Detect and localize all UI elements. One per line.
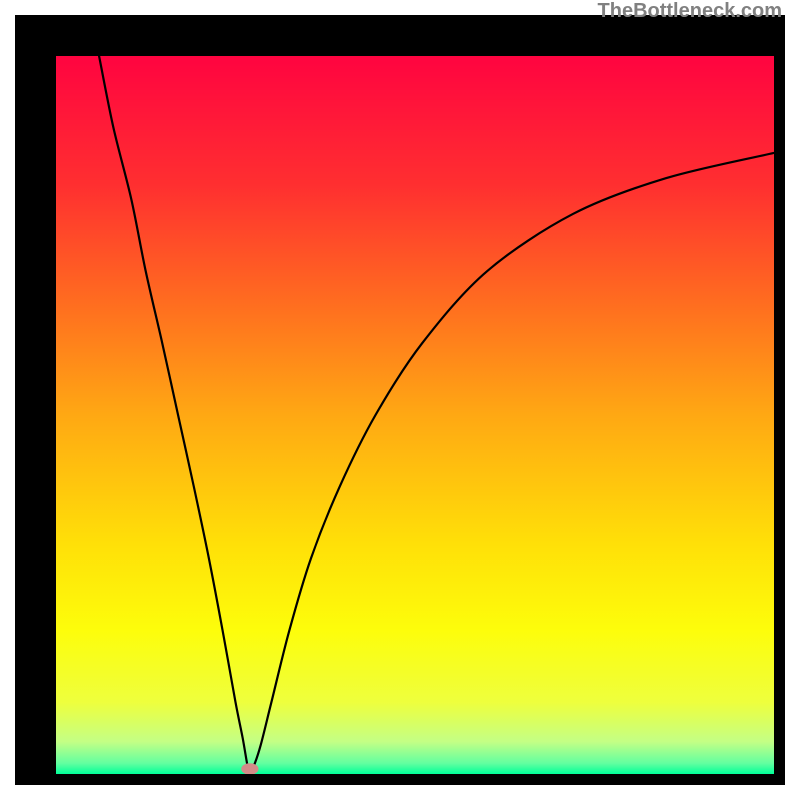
attribution-watermark: TheBottleneck.com xyxy=(598,0,782,23)
plot-border xyxy=(15,15,785,785)
gradient-background xyxy=(56,56,774,774)
chart-svg xyxy=(56,56,774,774)
plot-area xyxy=(56,56,774,774)
bottleneck-chart: TheBottleneck.com xyxy=(0,0,800,800)
